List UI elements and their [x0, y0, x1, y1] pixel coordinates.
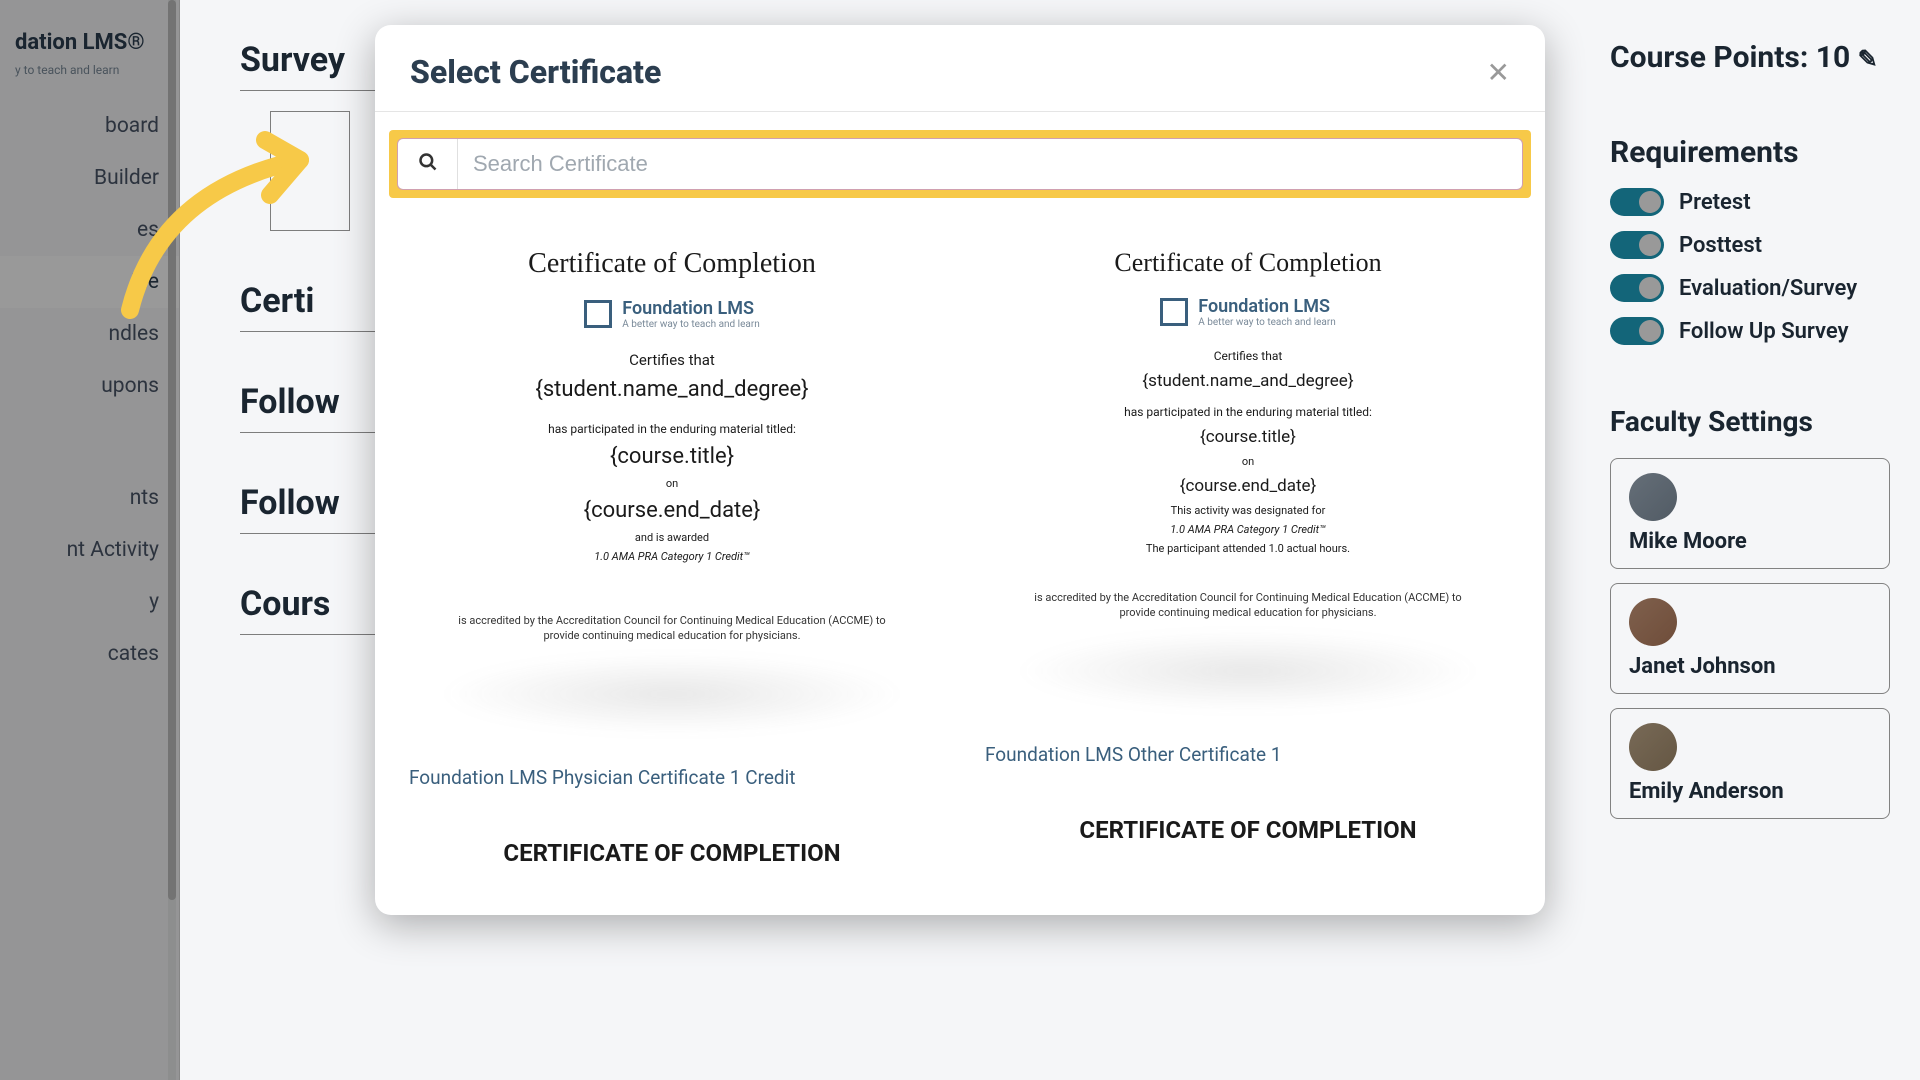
cert-student-var: {student.name_and_degree} — [439, 377, 905, 402]
cert-blur — [439, 654, 905, 734]
cert-awarded: and is awarded — [439, 531, 905, 544]
cert-logo-name: Foundation LMS — [1198, 296, 1336, 317]
modal-title: Select Certificate — [410, 53, 661, 91]
foundation-lms-logo-icon — [584, 300, 612, 328]
cert-participated: has participated in the enduring materia… — [439, 422, 905, 436]
cert-heading-caps: CERTIFICATE OF COMPLETION — [439, 839, 905, 867]
select-certificate-modal: Select Certificate ✕ Certificate of Co — [375, 25, 1545, 915]
cert-logo-sub: A better way to teach and learn — [622, 319, 760, 330]
certificate-col-1: Certificate of Completion Foundation LMS… — [975, 228, 1521, 885]
cert-heading: Certificate of Completion — [439, 248, 905, 280]
cert-certifies: Certifies that — [439, 351, 905, 369]
certificate-preview-0[interactable]: Certificate of Completion Foundation LMS… — [399, 228, 945, 754]
cert-credit: 1.0 AMA PRA Category 1 Credit™ — [439, 550, 905, 563]
cert-designated: This activity was designated for — [1015, 504, 1481, 517]
cert-course-var: {course.title} — [1015, 427, 1481, 447]
search-icon — [418, 152, 438, 177]
modal-overlay: Select Certificate ✕ Certificate of Co — [0, 0, 1920, 1080]
cert-course-var: {course.title} — [439, 444, 905, 469]
cert-accred: is accredited by the Accreditation Counc… — [1015, 590, 1481, 621]
cert-certifies: Certifies that — [1015, 349, 1481, 363]
cert-enddate-var: {course.end_date} — [439, 498, 905, 523]
cert-heading-caps: CERTIFICATE OF COMPLETION — [1015, 816, 1481, 844]
cert-logo-name: Foundation LMS — [622, 298, 760, 319]
certificate-preview-1[interactable]: Certificate of Completion Foundation LMS… — [975, 228, 1521, 731]
cert-credit: 1.0 AMA PRA Category 1 Credit™ — [1015, 523, 1481, 536]
cert-blur — [1015, 631, 1481, 711]
cert-logo-text: Foundation LMS A better way to teach and… — [1198, 296, 1336, 328]
modal-body: Certificate of Completion Foundation LMS… — [375, 112, 1545, 915]
certificate-grid: Certificate of Completion Foundation LMS… — [389, 228, 1531, 885]
cert-heading: Certificate of Completion — [1015, 248, 1481, 278]
cert-enddate-var: {course.end_date} — [1015, 476, 1481, 496]
certificate-name-0[interactable]: Foundation LMS Physician Certificate 1 C… — [399, 766, 945, 789]
search-input[interactable] — [458, 151, 1522, 177]
cert-participated: has participated in the enduring materia… — [1015, 405, 1481, 419]
cert-on: on — [439, 477, 905, 490]
cert-accred: is accredited by the Accreditation Counc… — [439, 613, 905, 644]
certificate-preview-2[interactable]: CERTIFICATE OF COMPLETION — [399, 789, 945, 867]
cert-logo-sub: A better way to teach and learn — [1198, 317, 1336, 328]
search-box — [397, 138, 1523, 190]
cert-logo: Foundation LMS A better way to teach and… — [1160, 296, 1336, 328]
certificate-name-1[interactable]: Foundation LMS Other Certificate 1 — [975, 743, 1521, 766]
close-icon[interactable]: ✕ — [1487, 56, 1510, 89]
foundation-lms-logo-icon — [1160, 298, 1188, 326]
cert-on: on — [1015, 455, 1481, 468]
certificate-col-0: Certificate of Completion Foundation LMS… — [399, 228, 945, 885]
certificate-preview-3[interactable]: CERTIFICATE OF COMPLETION — [975, 766, 1521, 844]
search-icon-wrap — [398, 139, 458, 189]
cert-student-var: {student.name_and_degree} — [1015, 371, 1481, 391]
cert-logo-text: Foundation LMS A better way to teach and… — [622, 298, 760, 330]
search-highlight-annotation — [389, 130, 1531, 198]
modal-header: Select Certificate ✕ — [375, 25, 1545, 112]
cert-actual-hours: The participant attended 1.0 actual hour… — [1015, 542, 1481, 555]
cert-logo: Foundation LMS A better way to teach and… — [584, 298, 760, 330]
